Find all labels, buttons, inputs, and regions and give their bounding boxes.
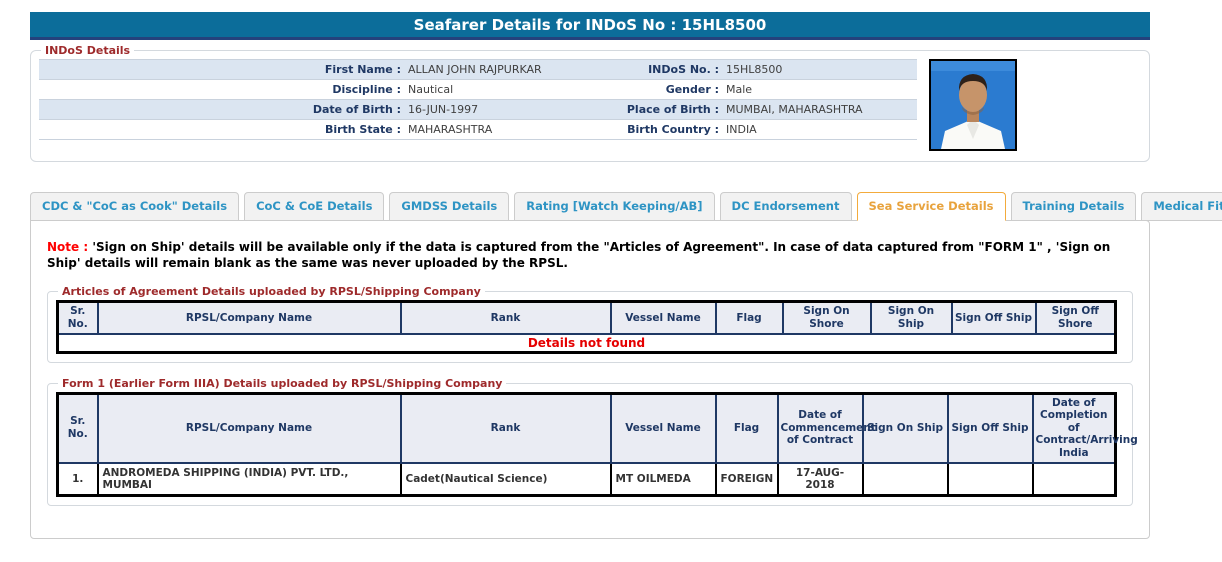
date-of-birth-label: Date of Birth : bbox=[312, 103, 401, 116]
indos-no-value: 15HL8500 bbox=[726, 63, 783, 76]
form1-cell-sr-no: 1. bbox=[56, 461, 99, 497]
form1-details-fieldset: Form 1 (Earlier Form IIIA) Details uploa… bbox=[47, 376, 1138, 506]
form1-col-sign-off-ship: Sign Off Ship bbox=[946, 392, 1034, 464]
birth-state-label: Birth State : bbox=[324, 123, 401, 136]
first-name-value: ALLAN JOHN RAJPURKAR bbox=[408, 63, 542, 76]
sea-service-details-panel: Note : 'Sign on Ship' details will be av… bbox=[30, 220, 1150, 539]
articles-col-rank: Rank bbox=[399, 300, 612, 335]
tab-sea-service-details[interactable]: Sea Service Details bbox=[856, 192, 1006, 221]
gender-label: Gender : bbox=[665, 83, 719, 96]
form1-col-rank: Rank bbox=[399, 392, 612, 464]
tab-cdc-coc-as-cook-details[interactable]: CDC & "CoC as Cook" Details bbox=[30, 192, 240, 221]
detail-row-first-name: First Name : ALLAN JOHN RAJPURKAR INDoS … bbox=[39, 60, 917, 80]
articles-of-agreement-table: Sr. No. RPSL/Company Name Rank Vessel Na… bbox=[56, 300, 1117, 354]
detail-row-birth-state: Birth State : MAHARASHTRA Birth Country … bbox=[39, 120, 917, 140]
page-title: Seafarer Details for INDoS No : 15HL8500 bbox=[30, 12, 1150, 40]
articles-col-sr-no: Sr. No. bbox=[56, 300, 99, 335]
form1-col-flag: Flag bbox=[714, 392, 779, 464]
discipline-value: Nautical bbox=[408, 83, 454, 96]
articles-col-vessel-name: Vessel Name bbox=[609, 300, 717, 335]
form1-details-table: Sr. No. RPSL/Company Name Rank Vessel Na… bbox=[56, 391, 1138, 497]
birth-country-value: INDIA bbox=[726, 123, 757, 136]
form1-col-date-of-commencement: Date of Commencement of Contract bbox=[776, 392, 876, 464]
first-name-label: First Name : bbox=[324, 63, 401, 76]
discipline-label: Discipline : bbox=[332, 83, 401, 96]
indos-details-legend: INDoS Details bbox=[45, 44, 131, 57]
articles-col-sign-on-shore: Sign On Shore bbox=[781, 300, 872, 335]
articles-col-rpsl-company-name: RPSL/Company Name bbox=[96, 300, 402, 335]
tab-dc-endorsement[interactable]: DC Endorsement bbox=[719, 192, 852, 221]
form1-col-date-of-completion: Date of Completion of Contract/Arriving … bbox=[1031, 392, 1138, 464]
gender-value: Male bbox=[726, 83, 753, 96]
indos-detail-rows: First Name : ALLAN JOHN RAJPURKAR INDoS … bbox=[39, 59, 917, 140]
tab-gmdss-details[interactable]: GMDSS Details bbox=[389, 192, 510, 221]
detail-row-date-of-birth: Date of Birth : 16-JUN-1997 Place of Bir… bbox=[39, 100, 917, 120]
form1-cell-sign-off-ship bbox=[946, 461, 1034, 497]
tab-training-details[interactable]: Training Details bbox=[1010, 192, 1137, 221]
note-prefix: Note : bbox=[47, 240, 89, 254]
form1-col-sign-on-ship: Sign On Ship bbox=[861, 392, 949, 464]
articles-of-agreement-fieldset: Articles of Agreement Details uploaded b… bbox=[47, 285, 1133, 363]
indos-details-fieldset: INDoS Details First Name : ALLAN JOHN RA… bbox=[30, 44, 1150, 162]
tab-rating-watch-keeping-ab[interactable]: Rating [Watch Keeping/AB] bbox=[514, 192, 715, 221]
place-of-birth-label: Place of Birth : bbox=[626, 103, 719, 116]
form1-cell-vessel: MT OILMEDA bbox=[609, 461, 717, 497]
form1-cell-rank: Cadet(Nautical Science) bbox=[399, 461, 612, 497]
tab-medical-fitness-certificate[interactable]: Medical Fitness Certificate bbox=[1141, 192, 1222, 221]
form1-cell-sign-on-ship bbox=[861, 461, 949, 497]
articles-header-row: Sr. No. RPSL/Company Name Rank Vessel Na… bbox=[56, 300, 1117, 335]
birth-state-value: MAHARASHTRA bbox=[408, 123, 493, 136]
form1-col-rpsl-company-name: RPSL/Company Name bbox=[96, 392, 402, 464]
tab-coc-coe-details[interactable]: CoC & CoE Details bbox=[244, 192, 385, 221]
articles-col-sign-off-ship: Sign Off Ship bbox=[950, 300, 1037, 335]
articles-col-flag: Flag bbox=[714, 300, 784, 335]
indos-no-label: INDoS No. : bbox=[648, 63, 719, 76]
tab-bar: CDC & "CoC as Cook" Details CoC & CoE De… bbox=[30, 192, 1222, 221]
place-of-birth-value: MUMBAI, MAHARASHTRA bbox=[726, 103, 863, 116]
form1-data-row: 1. ANDROMEDA SHIPPING (INDIA) PVT. LTD.,… bbox=[56, 461, 1117, 497]
sign-on-ship-note: Note : 'Sign on Ship' details will be av… bbox=[47, 239, 1133, 271]
form1-details-legend: Form 1 (Earlier Form IIIA) Details uploa… bbox=[62, 376, 503, 390]
articles-empty-row: Details not found bbox=[56, 332, 1117, 354]
form1-header-row: Sr. No. RPSL/Company Name Rank Vessel Na… bbox=[56, 392, 1138, 464]
birth-country-label: Birth Country : bbox=[627, 123, 719, 136]
date-of-birth-value: 16-JUN-1997 bbox=[408, 103, 479, 116]
articles-of-agreement-legend: Articles of Agreement Details uploaded b… bbox=[62, 285, 481, 299]
seafarer-photo bbox=[929, 59, 1017, 151]
page-container: Seafarer Details for INDoS No : 15HL8500… bbox=[30, 12, 1222, 539]
articles-col-sign-on-ship: Sign On Ship bbox=[869, 300, 953, 335]
form1-cell-flag: FOREIGN bbox=[714, 461, 779, 497]
details-not-found-message: Details not found bbox=[56, 332, 1117, 354]
form1-col-vessel-name: Vessel Name bbox=[609, 392, 717, 464]
form1-cell-completion-date bbox=[1031, 461, 1117, 497]
form1-col-sr-no: Sr. No. bbox=[56, 392, 99, 464]
form1-cell-commencement-date: 17-AUG-2018 bbox=[776, 461, 864, 497]
articles-col-sign-off-shore: Sign Off Shore bbox=[1034, 300, 1117, 335]
note-body: 'Sign on Ship' details will be available… bbox=[47, 240, 1111, 271]
detail-row-discipline: Discipline : Nautical Gender : Male bbox=[39, 80, 917, 100]
form1-cell-company: ANDROMEDA SHIPPING (INDIA) PVT. LTD., MU… bbox=[96, 461, 402, 497]
